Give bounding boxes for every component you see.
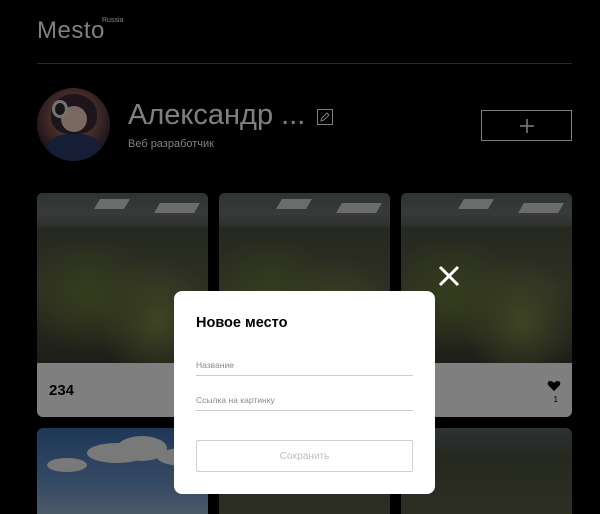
- place-name-input[interactable]: [196, 358, 413, 376]
- close-icon[interactable]: [438, 265, 460, 287]
- popup-title: Новое место: [196, 315, 288, 331]
- save-button[interactable]: Сохранить: [196, 440, 413, 472]
- new-place-popup: Новое место Сохранить: [174, 291, 435, 494]
- place-link-input[interactable]: [196, 393, 413, 411]
